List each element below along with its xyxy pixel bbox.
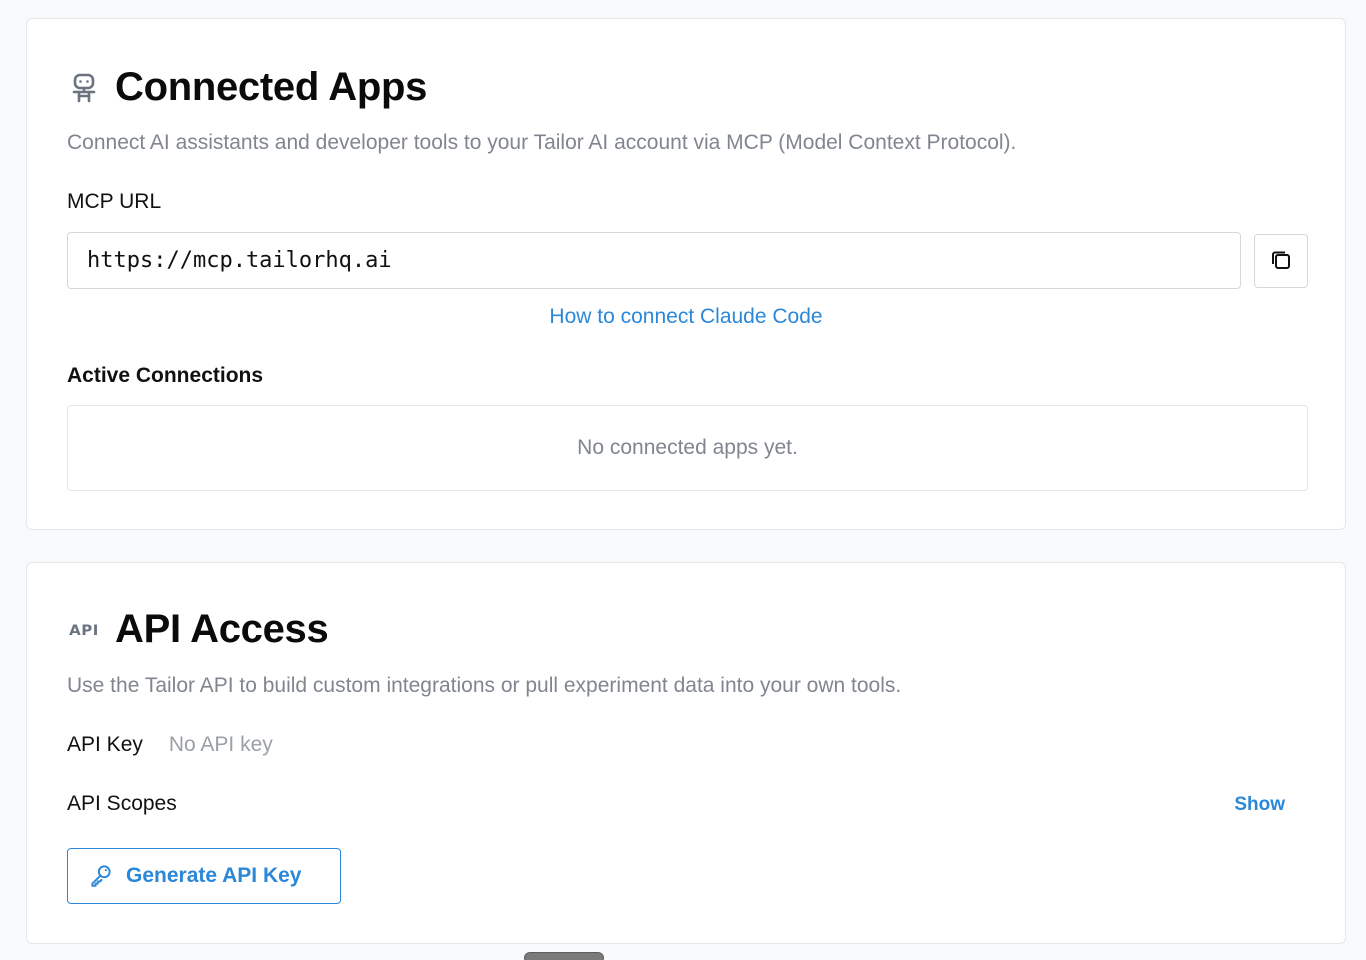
show-scopes-toggle[interactable]: Show	[1234, 794, 1285, 816]
copy-icon	[1269, 248, 1293, 275]
api-access-card: API API Access Use the Tailor API to bui…	[26, 562, 1346, 944]
connected-apps-header: Connected Apps	[67, 65, 427, 110]
active-connections-list: No connected apps yet.	[67, 405, 1308, 491]
mcp-url-value: https://mcp.tailorhq.ai	[87, 248, 392, 273]
mcp-url-label: MCP URL	[67, 190, 162, 213]
api-icon: API	[67, 613, 101, 647]
generate-api-key-label: Generate API Key	[126, 864, 302, 887]
api-access-subtitle: Use the Tailor API to build custom integ…	[67, 674, 902, 697]
generate-api-key-button[interactable]: Generate API Key	[67, 848, 341, 904]
api-scopes-row: API Scopes Show	[67, 792, 1285, 816]
empty-state-text: No connected apps yet.	[577, 436, 798, 459]
connected-apps-title: Connected Apps	[115, 65, 428, 109]
api-key-label: API Key	[67, 733, 143, 756]
connected-apps-card: Connected Apps Connect AI assistants and…	[26, 18, 1346, 530]
connected-apps-subtitle: Connect AI assistants and developer tool…	[67, 131, 1017, 154]
api-access-title: API Access	[115, 607, 329, 651]
api-key-value: No API key	[168, 733, 273, 756]
api-scopes-label: API Scopes	[67, 792, 177, 815]
copy-url-button[interactable]	[1254, 234, 1308, 288]
key-icon	[88, 862, 114, 891]
mcp-url-field[interactable]: https://mcp.tailorhq.ai	[67, 232, 1241, 289]
robot-icon	[67, 71, 101, 105]
active-connections-heading: Active Connections	[67, 364, 264, 387]
api-icon-text: API	[69, 620, 99, 639]
how-to-connect-link[interactable]: How to connect Claude Code	[27, 305, 1345, 329]
api-access-header: API API Access	[67, 607, 329, 652]
scroll-handle[interactable]	[524, 952, 604, 960]
api-key-row: API Key No API key	[67, 733, 273, 757]
